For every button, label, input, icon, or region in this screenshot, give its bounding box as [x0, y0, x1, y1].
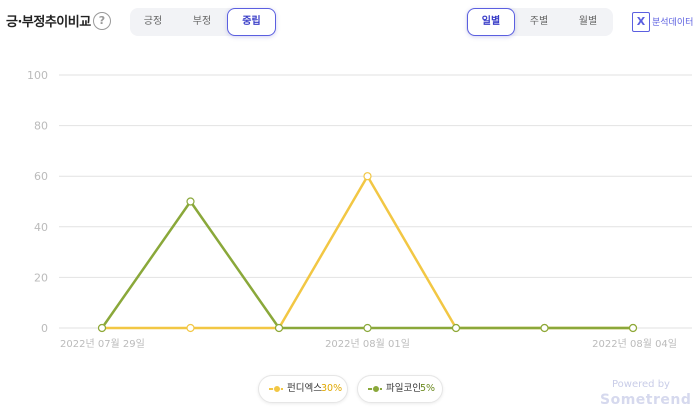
legend-marker-icon — [372, 385, 380, 393]
line-chart: 0 20 40 60 80 100 2022년 07월 29일 2022년 08월 01일 2… — [27, 69, 692, 350]
data-point — [186, 323, 195, 333]
legend-item-filecoin[interactable]: 파일코인 5% — [357, 375, 443, 403]
legend-percent: 30% — [321, 383, 343, 394]
data-point — [186, 197, 195, 206]
brand-logo: Sometrend — [600, 392, 692, 408]
legend-label: 파일코인 — [386, 383, 421, 394]
data-point — [628, 323, 638, 333]
y-tick-label: 0 — [41, 322, 48, 335]
data-point — [540, 323, 549, 333]
powered-by-label: Powered by — [612, 379, 670, 390]
legend-item-fundix[interactable]: 펀디엑스 30% — [258, 375, 348, 403]
y-tick-label: 60 — [34, 170, 48, 183]
series-line — [102, 174, 633, 330]
y-tick-label: 100 — [27, 69, 48, 82]
y-tick-label: 80 — [34, 120, 48, 133]
x-tick-label: 2022년 08월 04일 — [592, 338, 677, 350]
data-point — [363, 172, 372, 181]
series-line — [100, 200, 633, 330]
y-tick-label: 40 — [34, 221, 48, 234]
data-point — [274, 323, 284, 333]
data-point — [97, 323, 107, 333]
x-tick-label: 2022년 07월 29일 — [60, 338, 145, 350]
data-point — [363, 323, 372, 333]
legend-label: 펀디엑스 — [287, 383, 322, 394]
x-tick-label: 2022년 08월 01일 — [325, 338, 410, 350]
legend-marker-icon — [273, 385, 281, 393]
y-tick-label: 20 — [34, 271, 48, 284]
data-point — [451, 323, 461, 333]
legend-percent: 5% — [420, 383, 436, 394]
